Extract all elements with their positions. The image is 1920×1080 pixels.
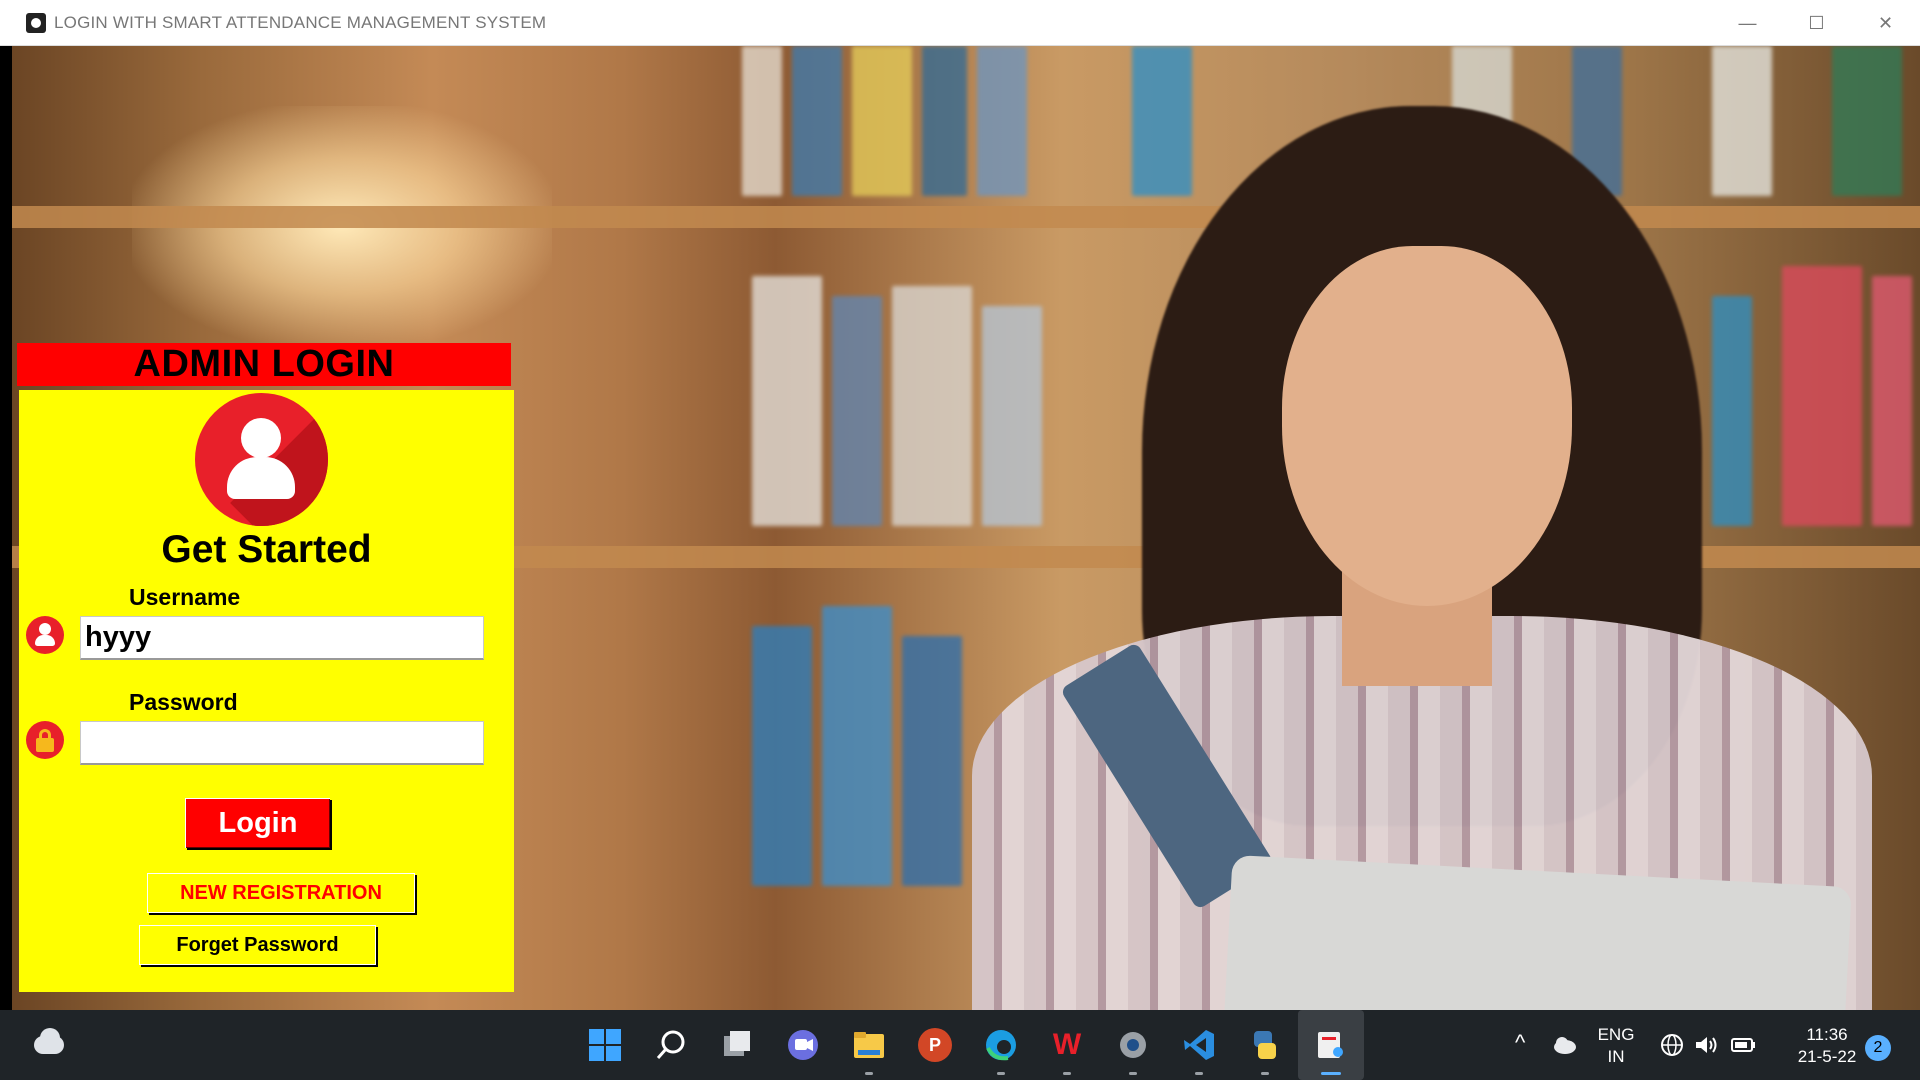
minimize-button[interactable]: —	[1713, 0, 1782, 46]
wps-office-icon: W	[1052, 1028, 1082, 1061]
taskbar-settings[interactable]	[1100, 1010, 1166, 1080]
book	[977, 46, 1027, 196]
clock-date: 21-5-22	[1797, 1047, 1857, 1066]
language-code: ENG	[1597, 1025, 1635, 1044]
battery-icon[interactable]	[1730, 1034, 1758, 1056]
admin-login-title: ADMIN LOGIN	[133, 343, 395, 385]
clock[interactable]: 11:36 21-5-22	[1782, 1024, 1872, 1068]
powerpoint-icon: P	[918, 1028, 952, 1062]
book	[752, 626, 812, 886]
taskbar-vscode[interactable]	[1166, 1010, 1232, 1080]
window-title: LOGIN WITH SMART ATTENDANCE MANAGEMENT S…	[54, 12, 547, 32]
book	[982, 306, 1042, 526]
lock-icon	[26, 721, 64, 759]
taskbar-python[interactable]	[1232, 1010, 1298, 1080]
close-button[interactable]: ✕	[1851, 0, 1920, 46]
forget-password-button[interactable]: Forget Password	[139, 925, 376, 965]
book	[902, 636, 962, 886]
notification-badge[interactable]: 2	[1865, 1035, 1891, 1061]
book	[822, 606, 892, 886]
book	[1132, 46, 1192, 196]
book	[1832, 46, 1902, 196]
person-face	[1282, 246, 1572, 606]
language-region: IN	[1607, 1047, 1625, 1066]
task-view-icon	[724, 1031, 750, 1056]
taskbar-wps-office[interactable]: W	[1034, 1010, 1100, 1080]
book	[742, 46, 782, 196]
network-globe-icon[interactable]	[1660, 1033, 1684, 1057]
book	[892, 286, 972, 526]
taskbar-search[interactable]	[638, 1010, 704, 1080]
window-title-bar: LOGIN WITH SMART ATTENDANCE MANAGEMENT S…	[0, 0, 1920, 46]
login-panel: Get Started Username Password Login NEW …	[19, 390, 514, 992]
language-indicator[interactable]: ENG IN	[1594, 1024, 1638, 1068]
volume-icon[interactable]	[1694, 1033, 1720, 1057]
new-registration-button[interactable]: NEW REGISTRATION	[147, 873, 415, 913]
snipping-tool-icon	[1318, 1032, 1343, 1058]
window-controls: — ☐ ✕	[1713, 0, 1920, 46]
taskbar-edge[interactable]	[968, 1010, 1034, 1080]
username-label: Username	[129, 584, 241, 610]
book	[922, 46, 967, 196]
maximize-button[interactable]: ☐	[1782, 0, 1851, 46]
show-hidden-icons-chevron[interactable]: ^	[1515, 1030, 1525, 1056]
book	[1712, 296, 1752, 526]
book	[852, 46, 912, 196]
book	[752, 276, 822, 526]
admin-avatar-icon	[195, 393, 328, 526]
app-icon	[26, 12, 46, 33]
get-started-heading: Get Started	[161, 528, 372, 571]
edge-icon	[986, 1030, 1016, 1061]
windows-start-icon	[589, 1029, 621, 1061]
settings-icon	[1120, 1032, 1146, 1058]
book	[1872, 276, 1912, 526]
taskbar-snipping-tool[interactable]	[1298, 1010, 1364, 1080]
taskbar: P W ^ ENG IN 11:36 21-5-22 2	[0, 1010, 1920, 1080]
taskbar-start[interactable]	[572, 1010, 638, 1080]
password-input[interactable]	[80, 721, 484, 765]
taskbar-file-explorer[interactable]	[836, 1010, 902, 1080]
search-icon	[656, 1030, 685, 1059]
user-icon	[26, 616, 64, 654]
weather-widget-icon[interactable]	[32, 1028, 66, 1056]
taskbar-powerpoint[interactable]: P	[902, 1010, 968, 1080]
password-label: Password	[129, 689, 238, 715]
login-button[interactable]: Login	[185, 798, 330, 848]
admin-login-header: ADMIN LOGIN	[17, 343, 511, 386]
file-explorer-icon	[854, 1032, 884, 1058]
onedrive-cloud-icon[interactable]	[1552, 1034, 1578, 1056]
python-icon	[1254, 1031, 1276, 1059]
username-input[interactable]	[80, 616, 484, 660]
book	[1782, 266, 1862, 526]
taskbar-task-view[interactable]	[704, 1010, 770, 1080]
book	[832, 296, 882, 526]
vscode-icon	[1184, 1030, 1214, 1060]
taskbar-chat[interactable]	[770, 1010, 836, 1080]
clock-time: 11:36	[1806, 1025, 1848, 1044]
taskbar-apps: P W	[572, 1010, 1364, 1080]
teams-chat-icon	[788, 1030, 818, 1060]
book	[1712, 46, 1772, 196]
book	[792, 46, 842, 196]
